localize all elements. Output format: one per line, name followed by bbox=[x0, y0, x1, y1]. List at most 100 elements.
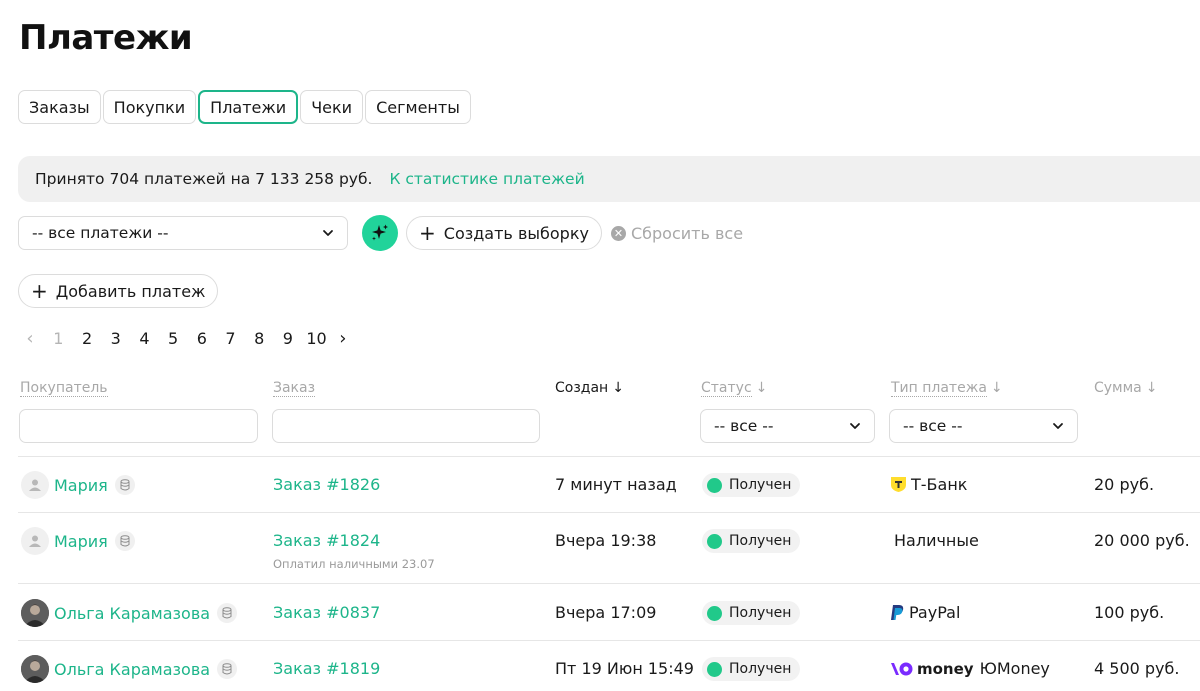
status-badge: Получен bbox=[702, 601, 801, 625]
table-row-order: Заказ #0837 bbox=[273, 603, 380, 622]
tbank-logo-icon bbox=[891, 477, 906, 492]
status-filter-select[interactable]: -- все -- bbox=[700, 409, 875, 443]
chevron-down-icon bbox=[323, 230, 333, 236]
table-row-buyer: Мария bbox=[21, 471, 135, 499]
table-row-buyer: Ольга Карамазова bbox=[21, 599, 238, 627]
row-divider bbox=[18, 583, 1200, 584]
table-row-created: Вчера 19:38 bbox=[555, 531, 657, 550]
pagination-page[interactable]: 3 bbox=[101, 329, 130, 348]
payments-stats-link[interactable]: К статистике платежей bbox=[389, 170, 584, 188]
table-row-order: Заказ #1826 bbox=[273, 475, 380, 494]
table-row-sum: 100 руб. bbox=[1094, 603, 1165, 622]
table-row-payment-type: money ЮMoney bbox=[890, 659, 1050, 678]
plus-icon: + bbox=[419, 221, 436, 245]
buyer-link[interactable]: Мария bbox=[54, 532, 108, 551]
pagination-page[interactable]: 4 bbox=[130, 329, 159, 348]
avatar bbox=[21, 599, 49, 627]
order-link[interactable]: Заказ #1824 bbox=[273, 531, 380, 550]
buyer-link[interactable]: Мария bbox=[54, 476, 108, 495]
column-header-sum[interactable]: Сумма ↓ bbox=[1094, 380, 1158, 396]
status-badge: Получен bbox=[702, 657, 801, 681]
table-row-sum: 20 000 руб. bbox=[1094, 531, 1190, 550]
table-row-created: Пт 19 Июн 15:49 bbox=[555, 659, 694, 678]
row-divider bbox=[18, 512, 1200, 513]
add-payment-button[interactable]: + Добавить платеж bbox=[18, 274, 219, 308]
filter-row: -- все платежи -- + Создать выборку ✕ Сб… bbox=[18, 215, 743, 251]
table-row-status: Получен bbox=[702, 473, 801, 497]
chevron-down-icon bbox=[850, 423, 860, 429]
avatar-placeholder bbox=[21, 471, 49, 499]
table-row-status: Получен bbox=[702, 657, 801, 681]
buyer-link[interactable]: Ольга Карамазова bbox=[54, 604, 210, 623]
table-row-created: 7 минут назад bbox=[555, 475, 677, 494]
status-dot-icon bbox=[707, 533, 722, 549]
column-header-created[interactable]: Создан ↓ bbox=[555, 380, 624, 396]
order-note: Оплатил наличными 23.07 bbox=[273, 557, 435, 571]
order-filter-input[interactable] bbox=[272, 409, 540, 443]
buyer-filter-input[interactable] bbox=[19, 409, 258, 443]
pagination-prev[interactable]: ‹ bbox=[22, 328, 38, 349]
order-link[interactable]: Заказ #0837 bbox=[273, 603, 380, 622]
status-badge: Получен bbox=[702, 473, 801, 497]
user-photo-icon bbox=[21, 599, 49, 627]
pagination-page[interactable]: 7 bbox=[216, 329, 245, 348]
pagination-page[interactable]: 8 bbox=[245, 329, 274, 348]
tab-bar: Заказы Покупки Платежи Чеки Сегменты bbox=[18, 90, 471, 124]
payments-filter-select[interactable]: -- все платежи -- bbox=[18, 216, 348, 250]
payments-summary: Принято 704 платежей на 7 133 258 руб. К… bbox=[18, 156, 1200, 202]
avatar-placeholder bbox=[21, 527, 49, 555]
row-divider bbox=[18, 456, 1200, 457]
reset-all-label: Сбросить все bbox=[630, 223, 744, 243]
avatar bbox=[21, 655, 49, 683]
table-row-status: Получен bbox=[702, 529, 801, 553]
pagination-page[interactable]: 5 bbox=[159, 329, 188, 348]
tab-purchases[interactable]: Покупки bbox=[102, 90, 197, 124]
sparkle-icon bbox=[372, 224, 388, 241]
table-row-buyer: Мария bbox=[21, 527, 135, 555]
paypal-logo-icon bbox=[891, 605, 904, 620]
column-header-status[interactable]: Статус ↓ bbox=[701, 380, 767, 397]
tab-payments[interactable]: Платежи bbox=[198, 90, 299, 124]
table-row-buyer: Ольга Карамазова bbox=[21, 655, 238, 683]
table-row-created: Вчера 17:09 bbox=[555, 603, 657, 622]
tab-receipts[interactable]: Чеки bbox=[300, 90, 364, 124]
payment-type-filter-select[interactable]: -- все -- bbox=[889, 409, 1078, 443]
pagination-page[interactable]: 1 bbox=[44, 329, 73, 348]
table-row-status: Получен bbox=[702, 601, 801, 625]
order-link[interactable]: Заказ #1826 bbox=[273, 475, 380, 494]
order-link[interactable]: Заказ #1819 bbox=[273, 659, 380, 678]
database-icon[interactable] bbox=[217, 659, 238, 679]
sort-arrow-icon: ↓ bbox=[990, 380, 1003, 396]
database-icon[interactable] bbox=[114, 531, 135, 551]
pagination-page[interactable]: 10 bbox=[302, 329, 331, 348]
sort-arrow-icon: ↓ bbox=[1145, 380, 1158, 396]
status-badge: Получен bbox=[702, 529, 801, 553]
tab-orders[interactable]: Заказы bbox=[18, 90, 101, 124]
database-icon[interactable] bbox=[217, 603, 238, 623]
create-selection-button[interactable]: + Создать выборку bbox=[406, 216, 602, 250]
yoomoney-logo-text: money bbox=[917, 659, 974, 678]
column-header-buyer[interactable]: Покупатель bbox=[20, 380, 108, 397]
column-header-order[interactable]: Заказ bbox=[273, 380, 316, 397]
page-title: Платежи bbox=[19, 18, 193, 58]
pagination-page[interactable]: 2 bbox=[73, 329, 102, 348]
reset-all-button[interactable]: ✕ Сбросить все bbox=[610, 223, 744, 243]
status-dot-icon bbox=[707, 477, 722, 493]
table-row-order: Заказ #1824 bbox=[273, 531, 380, 550]
pagination: ‹ 1 2 3 4 5 6 7 8 9 10 › bbox=[22, 328, 351, 349]
buyer-link[interactable]: Ольга Карамазова bbox=[54, 660, 210, 679]
pagination-page[interactable]: 9 bbox=[274, 329, 303, 348]
user-photo-icon bbox=[21, 655, 49, 683]
create-selection-label: Создать выборку bbox=[443, 223, 589, 243]
pagination-page[interactable]: 6 bbox=[187, 329, 216, 348]
table-row-sum: 20 руб. bbox=[1094, 475, 1155, 494]
yoomoney-logo-icon bbox=[891, 662, 913, 675]
database-icon[interactable] bbox=[114, 475, 135, 495]
pagination-next[interactable]: › bbox=[335, 328, 351, 349]
row-divider bbox=[18, 640, 1200, 641]
tab-segments[interactable]: Сегменты bbox=[365, 90, 471, 124]
chevron-down-icon bbox=[1053, 423, 1063, 429]
table-row-payment-type: PayPal bbox=[890, 603, 960, 622]
column-header-payment-type[interactable]: Тип платежа ↓ bbox=[891, 380, 1003, 397]
ai-sparkle-button[interactable] bbox=[362, 215, 398, 251]
